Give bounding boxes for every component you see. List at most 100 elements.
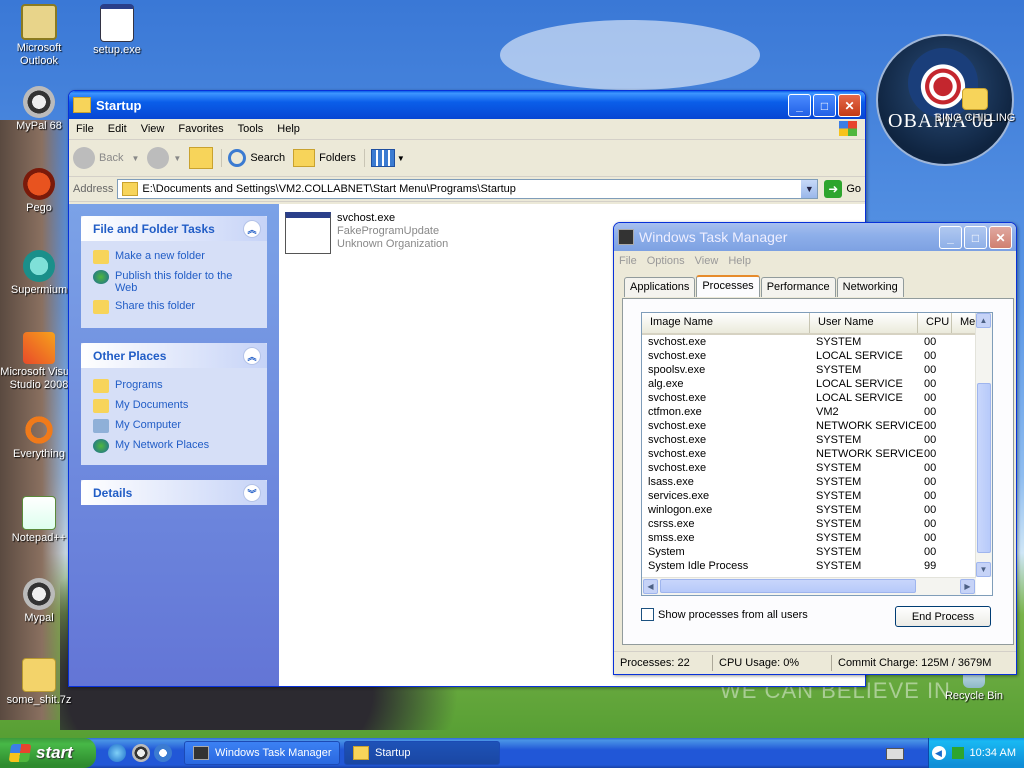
scroll-down-button[interactable]: ▼ (976, 562, 991, 577)
process-row[interactable]: winlogon.exe SYSTEM 00 (642, 503, 992, 517)
place-my-computer[interactable]: My Computer (81, 416, 267, 436)
process-row[interactable]: svchost.exe NETWORK SERVICE 00 (642, 447, 992, 461)
process-row[interactable]: svchost.exe LOCAL SERVICE 00 (642, 349, 992, 363)
panel-header[interactable]: Other Places ︽ (81, 343, 267, 368)
end-process-button[interactable]: End Process (895, 606, 991, 627)
scroll-left-button[interactable]: ◀ (643, 579, 658, 594)
process-cpu: 00 (924, 364, 937, 376)
scroll-right-button[interactable]: ▶ (960, 579, 975, 594)
place-programs[interactable]: Programs (81, 376, 267, 396)
address-dropdown-button[interactable]: ▼ (801, 180, 818, 198)
close-button[interactable]: ✕ (989, 226, 1012, 249)
place-label: My Network Places (115, 439, 210, 451)
menu-favorites[interactable]: Favorites (171, 123, 230, 135)
expand-chevron-icon[interactable]: ︾ (243, 484, 261, 502)
vertical-scroll-thumb[interactable] (977, 383, 991, 553)
horizontal-scroll-thumb[interactable] (660, 579, 916, 593)
process-user-name: SYSTEM (816, 434, 862, 446)
process-cpu: 00 (924, 490, 937, 502)
tab-performance[interactable]: Performance (760, 277, 836, 297)
process-row[interactable]: alg.exe LOCAL SERVICE 00 (642, 377, 992, 391)
task-share-folder[interactable]: Share this folder (81, 297, 267, 317)
menu-help[interactable]: Help (723, 255, 756, 267)
column-mem[interactable]: Me (952, 313, 976, 333)
internet-explorer-icon[interactable] (108, 744, 126, 762)
scroll-up-button[interactable]: ▲ (976, 313, 991, 328)
file-item-svchost[interactable]: svchost.exe FakeProgramUpdate Unknown Or… (285, 212, 448, 254)
panel-header[interactable]: Details ︾ (81, 480, 267, 505)
process-row[interactable]: svchost.exe SYSTEM 00 (642, 335, 992, 349)
desktop-icon-outlook[interactable]: Microsoft Outlook (0, 4, 81, 68)
minimize-button[interactable]: _ (939, 226, 962, 249)
panel-header[interactable]: File and Folder Tasks ︽ (81, 216, 267, 241)
address-input[interactable]: E:\Documents and Settings\VM2.COLLABNET\… (117, 179, 819, 199)
menu-view[interactable]: View (690, 255, 724, 267)
process-list[interactable]: Image Name User Name CPU Me svchost.exe S… (641, 312, 993, 596)
keyboard-icon[interactable] (886, 748, 904, 760)
minimize-button[interactable]: _ (788, 94, 811, 117)
clock[interactable]: 10:34 AM (970, 747, 1016, 759)
raccoon-quicklaunch-icon[interactable] (132, 744, 150, 762)
show-all-processes-checkbox[interactable]: Show processes from all users (641, 608, 808, 621)
column-user-name[interactable]: User Name (810, 313, 918, 333)
horizontal-scrollbar[interactable]: ◀ ▶ (642, 577, 976, 595)
folders-button[interactable]: Folders (293, 149, 356, 167)
process-row[interactable]: svchost.exe SYSTEM 00 (642, 461, 992, 475)
task-manager-window[interactable]: Windows Task Manager _ □ ✕ File Options … (613, 222, 1017, 675)
menu-options[interactable]: Options (642, 255, 690, 267)
desktop-icon-bing-chilling[interactable]: BING CHILLING (930, 88, 1020, 125)
maximize-button[interactable]: □ (813, 94, 836, 117)
process-row[interactable]: ctfmon.exe VM2 00 (642, 405, 992, 419)
close-button[interactable]: ✕ (838, 94, 861, 117)
search-button[interactable]: Search (221, 149, 285, 167)
menu-view[interactable]: View (134, 123, 172, 135)
task-make-new-folder[interactable]: Make a new folder (81, 247, 267, 267)
process-row[interactable]: System Idle Process SYSTEM 99 (642, 559, 992, 573)
views-button[interactable]: ▼ (363, 149, 405, 167)
menu-edit[interactable]: Edit (101, 123, 134, 135)
tab-networking[interactable]: Networking (836, 277, 904, 297)
task-manager-titlebar[interactable]: Windows Task Manager _ □ ✕ (614, 223, 1016, 251)
process-image-name: lsass.exe (648, 476, 694, 488)
column-image-name[interactable]: Image Name (642, 313, 810, 333)
process-row[interactable]: spoolsv.exe SYSTEM 00 (642, 363, 992, 377)
menu-file[interactable]: File (69, 123, 101, 135)
process-row[interactable]: services.exe SYSTEM 00 (642, 489, 992, 503)
browser-quicklaunch-icon[interactable] (154, 744, 172, 762)
tray-expand-icon[interactable]: ◀ (931, 746, 946, 760)
start-button[interactable]: start (0, 738, 96, 768)
process-row[interactable]: svchost.exe NETWORK SERVICE 00 (642, 419, 992, 433)
place-my-documents[interactable]: My Documents (81, 396, 267, 416)
place-my-network-places[interactable]: My Network Places (81, 436, 267, 456)
explorer-titlebar[interactable]: Startup _ □ ✕ (69, 91, 865, 119)
raccoon-icon (23, 578, 55, 610)
column-cpu[interactable]: CPU (918, 313, 952, 333)
checkbox-box[interactable] (641, 608, 654, 621)
process-row[interactable]: svchost.exe SYSTEM 00 (642, 433, 992, 447)
menu-file[interactable]: File (614, 255, 642, 267)
tab-processes[interactable]: Processes (696, 275, 760, 297)
desktop-icon-setup[interactable]: setup.exe (75, 4, 159, 57)
windows-flag-icon (839, 121, 857, 136)
vertical-scrollbar[interactable]: ▲ ▼ (975, 313, 992, 577)
task-publish-folder[interactable]: Publish this folder to the Web (81, 267, 267, 297)
collapse-chevron-icon[interactable]: ︽ (243, 347, 261, 365)
go-button[interactable]: ➜ Go (824, 180, 861, 198)
process-row[interactable]: smss.exe SYSTEM 00 (642, 531, 992, 545)
tab-applications[interactable]: Applications (624, 277, 696, 297)
taskbar-button-task-manager[interactable]: Windows Task Manager (184, 741, 340, 765)
up-folder-button[interactable] (189, 147, 214, 169)
taskbar-button-startup[interactable]: Startup (344, 741, 500, 765)
forward-button[interactable]: ▼ (147, 147, 181, 169)
menu-tools[interactable]: Tools (231, 123, 271, 135)
process-row[interactable]: System SYSTEM 00 (642, 545, 992, 559)
process-row[interactable]: svchost.exe LOCAL SERVICE 00 (642, 391, 992, 405)
process-row[interactable]: csrss.exe SYSTEM 00 (642, 517, 992, 531)
process-cpu: 00 (924, 546, 937, 558)
back-button[interactable]: Back ▼ (73, 147, 139, 169)
network-tray-icon[interactable] (951, 747, 964, 759)
maximize-button[interactable]: □ (964, 226, 987, 249)
process-row[interactable]: lsass.exe SYSTEM 00 (642, 475, 992, 489)
menu-help[interactable]: Help (270, 123, 307, 135)
collapse-chevron-icon[interactable]: ︽ (243, 220, 261, 238)
